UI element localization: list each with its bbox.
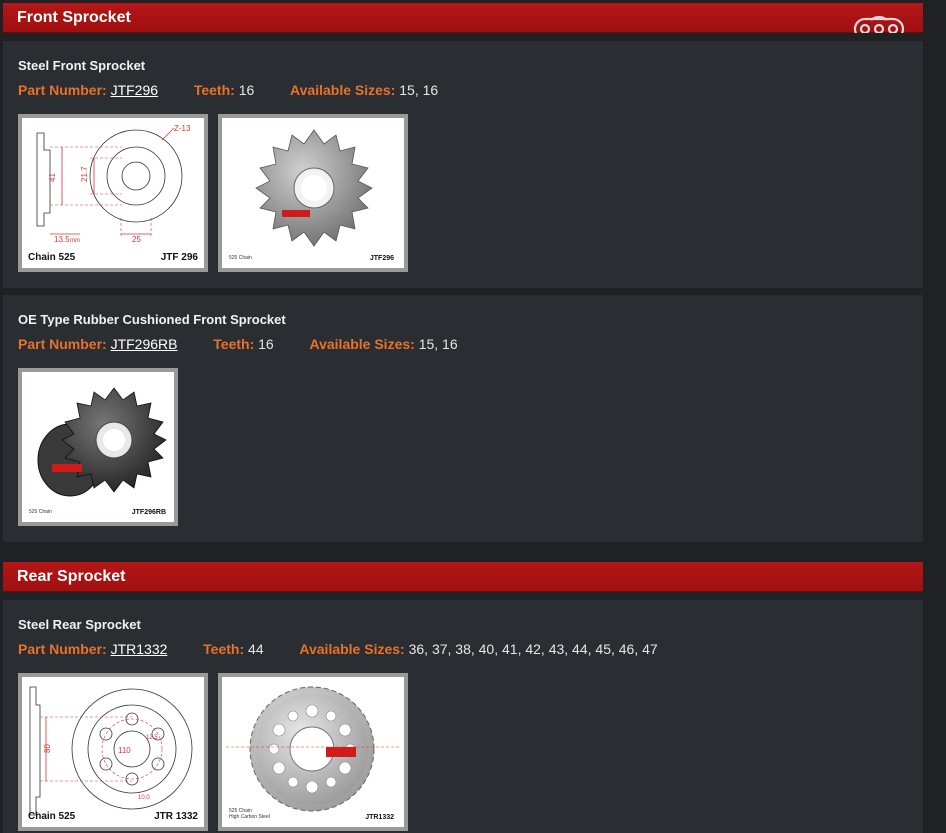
teeth-label: Teeth: [193, 82, 235, 98]
image-gallery: Z-13 41 21.7 13.5 mm 25 Chain 525 JTF 29… [18, 114, 908, 272]
product-title: OE Type Rubber Cushioned Front Sprocket [18, 312, 286, 327]
diagram-dim-2: 110 [118, 746, 131, 755]
product-panel-steel-front: Steel Front Sprocket Part Number: JTF296… [3, 41, 923, 288]
teeth-label: Teeth: [203, 641, 245, 657]
teeth-value: 16 [258, 336, 274, 352]
sprocket-diagram-image[interactable]: 80 110 12.5 10.0 Chain 525 JTR 1332 [18, 673, 208, 831]
product-title: Steel Rear Sprocket [18, 617, 141, 632]
sprocket-diagram-image[interactable]: Z-13 41 21.7 13.5 mm 25 Chain 525 JTF 29… [18, 114, 208, 272]
product-panel-steel-rear: Steel Rear Sprocket Part Number: JTR1332… [3, 600, 923, 833]
photo-chain-label: 525 Chain [229, 255, 252, 261]
sizes-value: 15, 16 [418, 336, 458, 352]
photo-part-code: JTF296RB [131, 509, 166, 516]
diagram-dim-3: 13.5 [54, 235, 70, 244]
teeth-value: 44 [248, 641, 264, 657]
product-title: Steel Front Sprocket [18, 58, 146, 73]
product-meta: Part Number: JTR1332 Teeth: 44 Available… [18, 641, 908, 659]
sprocket-photo-image[interactable]: 525 Chain JTF296 [218, 114, 408, 272]
photo-material-label: High Carbon Steel [229, 814, 270, 820]
part-number-label: Part Number: [18, 336, 107, 352]
section-header-rear: Rear Sprocket [3, 562, 923, 592]
diagram-unit: mm [70, 238, 80, 244]
section-header-front: Front Sprocket [3, 3, 923, 33]
front-sprocket-photo [255, 129, 373, 247]
sizes-value: 36, 37, 38, 40, 41, 42, 43, 44, 45, 46, … [408, 641, 658, 657]
diagram-dim-4: 25 [132, 235, 141, 244]
chain-link-icon [853, 15, 905, 33]
teeth-value: 16 [238, 82, 255, 98]
image-gallery: 80 110 12.5 10.0 Chain 525 JTR 1332 525 … [18, 673, 908, 831]
sizes-label: Available Sizes: [309, 336, 415, 352]
teeth-label: Teeth: [213, 336, 255, 352]
product-panel-rubber-front: OE Type Rubber Cushioned Front Sprocket … [3, 295, 923, 542]
diagram-chain-label: Chain 525 [28, 811, 76, 822]
product-meta: Part Number: JTF296RB Teeth: 16 Availabl… [18, 336, 908, 354]
image-gallery: 525 Chain JTF296RB [18, 368, 908, 526]
photo-part-code: JTF296 [369, 255, 394, 262]
sprocket-photo-image[interactable]: 525 Chain High Carbon Steel JTR1332 [218, 673, 408, 831]
diagram-dim-1: 41 [48, 173, 57, 182]
front-sprocket-diagram: Z-13 41 21.7 13.5 mm 25 [36, 124, 191, 244]
diagram-part-code: JTR 1332 [154, 811, 198, 822]
rubber-sprocket-photo [37, 387, 167, 497]
diagram-chain-label: Chain 525 [28, 252, 76, 263]
photo-part-code: JTR1332 [365, 814, 394, 821]
sprocket-photo-image[interactable]: 525 Chain JTF296RB [18, 368, 178, 526]
diagram-dim-2: 21.7 [80, 166, 89, 182]
part-number-link[interactable]: JTR1332 [111, 641, 168, 657]
part-number-link[interactable]: JTF296 [111, 82, 158, 98]
sizes-label: Available Sizes: [290, 82, 396, 98]
part-number-label: Part Number: [18, 641, 107, 657]
section-title: Front Sprocket [17, 9, 131, 26]
diagram-dim-4: 10.0 [138, 795, 150, 801]
rear-sprocket-photo [226, 686, 400, 812]
rear-sprocket-diagram: 80 110 12.5 10.0 [29, 686, 193, 816]
diagram-dim-3: 12.5 [146, 735, 158, 741]
part-number-link[interactable]: JTF296RB [111, 336, 178, 352]
photo-chain-label: 525 Chain [29, 509, 52, 515]
diagram-teeth-label: Z-13 [174, 124, 191, 133]
section-title: Rear Sprocket [17, 568, 126, 585]
diagram-part-code: JTF 296 [160, 252, 198, 263]
sizes-value: 15, 16 [399, 82, 439, 98]
product-meta: Part Number: JTF296 Teeth: 16 Available … [18, 82, 908, 100]
diagram-dim-1: 80 [43, 744, 52, 753]
part-number-label: Part Number: [18, 82, 107, 98]
sizes-label: Available Sizes: [299, 641, 405, 657]
